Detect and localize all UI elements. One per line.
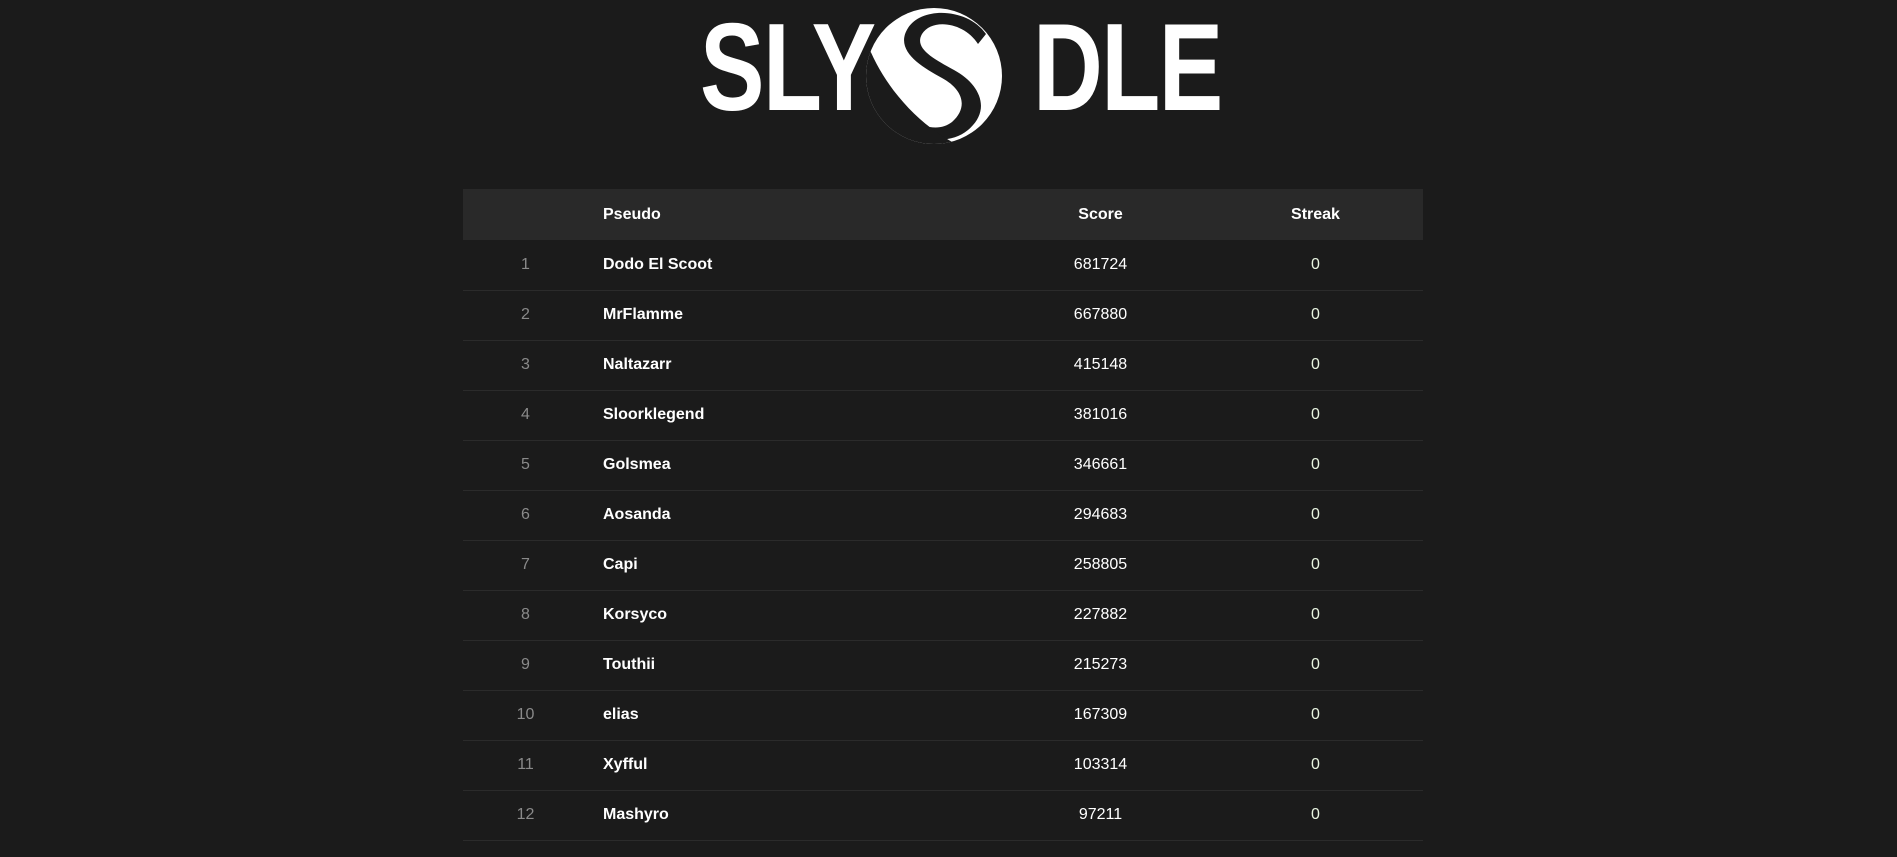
score-cell: 667880 xyxy=(993,290,1208,341)
pseudo-cell: MrFlamme xyxy=(588,290,993,341)
pseudo-cell: Dodo El Scoot xyxy=(588,240,993,291)
score-cell: 294683 xyxy=(993,490,1208,541)
pseudo-cell: Xyfful xyxy=(588,740,993,791)
rank-cell: 2 xyxy=(463,290,588,341)
table-row: 7 Capi 258805 0 xyxy=(463,540,1423,591)
streak-cell: 0 xyxy=(1208,290,1423,341)
rank-cell: 10 xyxy=(463,690,588,741)
streak-cell: 0 xyxy=(1208,390,1423,441)
pseudo-cell: Sloorklegend xyxy=(588,390,993,441)
rank-cell: 5 xyxy=(463,440,588,491)
rank-cell: 9 xyxy=(463,640,588,691)
score-cell: 167309 xyxy=(993,690,1208,741)
streak-cell: 0 xyxy=(1208,790,1423,841)
pseudo-cell: elias xyxy=(588,690,993,741)
score-cell: 103314 xyxy=(993,740,1208,791)
rank-cell: 12 xyxy=(463,790,588,841)
leaderboard-header: Pseudo Score Streak xyxy=(463,189,1423,240)
table-row: 10 elias 167309 0 xyxy=(463,690,1423,741)
rank-cell: 7 xyxy=(463,540,588,591)
score-cell: 346661 xyxy=(993,440,1208,491)
table-row: 5 Golsmea 346661 0 xyxy=(463,440,1423,491)
table-row: 6 Aosanda 294683 0 xyxy=(463,490,1423,541)
streak-cell: 0 xyxy=(1208,340,1423,391)
rank-cell: 3 xyxy=(463,340,588,391)
score-cell: 381016 xyxy=(993,390,1208,441)
table-row: 4 Sloorklegend 381016 0 xyxy=(463,390,1423,441)
streak-cell: 0 xyxy=(1208,590,1423,641)
pseudo-cell: Naltazarr xyxy=(588,340,993,391)
score-cell: 227882 xyxy=(993,590,1208,641)
score-cell: 681724 xyxy=(993,240,1208,291)
table-row: 11 Xyfful 103314 0 xyxy=(463,740,1423,791)
streak-cell: 0 xyxy=(1208,540,1423,591)
streak-cell: 0 xyxy=(1208,240,1423,291)
pseudo-cell: Aosanda xyxy=(588,490,993,541)
streak-cell: 0 xyxy=(1208,490,1423,541)
score-cell: 97211 xyxy=(993,790,1208,841)
streak-cell: 0 xyxy=(1208,440,1423,491)
pseudo-cell: Capi xyxy=(588,540,993,591)
score-cell: 258805 xyxy=(993,540,1208,591)
logo-text-right: DLE xyxy=(1033,0,1223,137)
pseudo-cell: Touthii xyxy=(588,640,993,691)
table-row: 9 Touthii 215273 0 xyxy=(463,640,1423,691)
logo-text-left: SLY xyxy=(700,0,876,137)
rank-cell: 6 xyxy=(463,490,588,541)
streak-cell: 0 xyxy=(1208,640,1423,691)
table-row: 3 Naltazarr 415148 0 xyxy=(463,340,1423,391)
s-circle-emblem-icon xyxy=(866,8,1002,144)
header-row: Pseudo Score Streak xyxy=(463,189,1423,240)
rank-cell: 8 xyxy=(463,590,588,641)
rank-cell: 4 xyxy=(463,390,588,441)
header-rank xyxy=(463,189,588,240)
pseudo-cell: Golsmea xyxy=(588,440,993,491)
score-cell: 415148 xyxy=(993,340,1208,391)
table-row: 1 Dodo El Scoot 681724 0 xyxy=(463,240,1423,291)
pseudo-cell: Korsyco xyxy=(588,590,993,641)
streak-cell: 0 xyxy=(1208,690,1423,741)
streak-cell: 0 xyxy=(1208,740,1423,791)
rank-cell: 11 xyxy=(463,740,588,791)
site-logo[interactable]: SLY DLE xyxy=(0,0,1897,160)
pseudo-cell: Mashyro xyxy=(588,790,993,841)
table-row: 12 Mashyro 97211 0 xyxy=(463,790,1423,841)
header-streak[interactable]: Streak xyxy=(1208,189,1423,240)
leaderboard-body: 1 Dodo El Scoot 681724 0 2 MrFlamme 6678… xyxy=(463,240,1423,841)
leaderboard-table: Pseudo Score Streak 1 Dodo El Scoot 6817… xyxy=(463,189,1423,841)
header-pseudo[interactable]: Pseudo xyxy=(588,189,993,240)
rank-cell: 1 xyxy=(463,240,588,291)
table-row: 8 Korsyco 227882 0 xyxy=(463,590,1423,641)
score-cell: 215273 xyxy=(993,640,1208,691)
table-row: 2 MrFlamme 667880 0 xyxy=(463,290,1423,341)
header-score[interactable]: Score xyxy=(993,189,1208,240)
